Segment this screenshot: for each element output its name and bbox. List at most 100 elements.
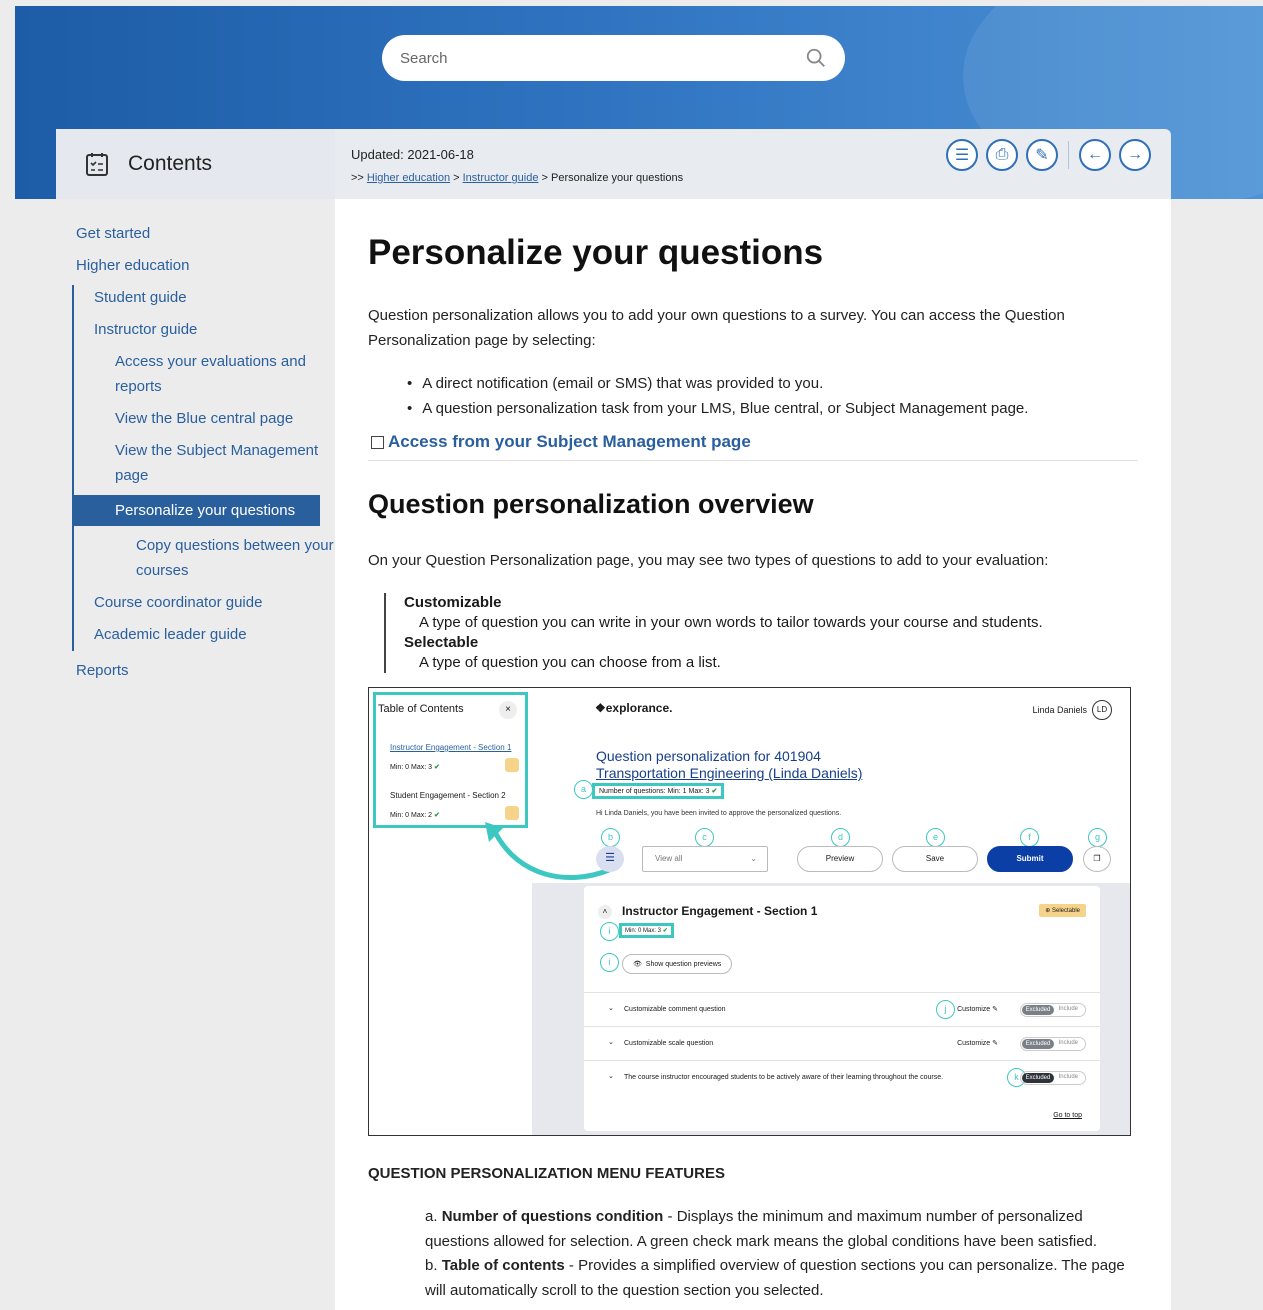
nav-higher-education[interactable]: Higher education [56,253,335,278]
shot-title-line2: Transportation Engineering (Linda Daniel… [596,765,863,781]
invite-text: Hi Linda Daniels, you have been invited … [596,810,842,817]
nav-reports[interactable]: Reports [56,658,335,683]
breadcrumb-separator: > [450,172,463,184]
toc-toggle-button[interactable]: ☰ [596,846,624,872]
nav-course-coordinator[interactable]: Course coordinator guide [74,590,335,615]
pencil-icon: ✎ [1035,147,1049,164]
bullet-item: A direct notification (email or SMS) tha… [407,371,1028,396]
section-minmax: Min: 0 Max: 3 ✔ [619,923,674,938]
feature-term: Table of contents [441,1257,565,1274]
customize-link[interactable]: Customize ✎ [957,1039,998,1047]
nav-get-started[interactable]: Get started [56,221,335,246]
include-toggle[interactable]: Excluded Include [1020,1003,1086,1017]
callout-j: j [936,1000,955,1019]
sidebar-header: Contents [56,129,335,199]
nav-student-guide[interactable]: Student guide [74,285,335,310]
close-icon: × [499,701,517,719]
submit-button[interactable]: Submit [987,846,1073,872]
question-label: The course instructor encouraged student… [624,1074,944,1081]
preview-button[interactable]: Preview [797,846,883,872]
customize-label: Customize [957,1006,991,1013]
check-icon: ✔ [433,764,440,771]
toc-entry: Student Engagement - Section 2 [390,791,506,800]
question-label: Customizable comment question [624,1006,726,1013]
features-list: a. Number of questions condition - Displ… [425,1205,1145,1303]
selectable-icon [505,758,519,772]
nav-nested-group: Student guide Instructor guide Access yo… [72,285,335,651]
main-content: Personalize your questions Question pers… [335,199,1171,1310]
arrow-right-icon: → [1127,146,1143,163]
copy-icon: ❐ [1093,854,1101,863]
toggle-excluded: Excluded [1022,1005,1054,1015]
question-row[interactable]: ⌄ Customizable comment question j Custom… [584,992,1100,1026]
customize-link[interactable]: Customize ✎ [957,1005,998,1013]
bullet-item: A question personalization task from you… [407,396,1028,421]
question-label: Customizable scale question [624,1040,714,1047]
breadcrumb-higher-education[interactable]: Higher education [367,172,450,184]
nav-instructor-guide[interactable]: Instructor guide [74,317,335,342]
toggle-include: Include [1058,1074,1078,1080]
include-toggle[interactable]: Excluded Include [1020,1037,1086,1051]
nav-personalize-questions[interactable]: Personalize your questions [74,495,320,526]
overview-paragraph: On your Question Personalization page, y… [368,552,1049,569]
breadcrumb-prefix: >> [351,172,367,184]
search-icon[interactable] [805,47,827,69]
number-of-questions: Number of questions: Min: 1 Max: 3 ✔ [592,783,725,799]
page: Search Contents Get started Higher educa… [0,0,1263,1310]
chevron-down-icon: ⌄ [750,854,757,863]
sidebar-title: Contents [128,152,213,175]
toggle-excluded: Excluded [1022,1039,1054,1049]
section-minmax-text: Min: 0 Max: 3 [625,928,662,934]
feature-item: a. Number of questions condition - Displ… [425,1205,1145,1254]
nav-academic-leader[interactable]: Academic leader guide [74,622,335,651]
nq-text: Number of questions: Min: 1 Max: 3 [599,788,710,795]
view-all-select[interactable]: View all ⌄ [642,846,768,872]
show-previews-button[interactable]: 👁 Show question previews [622,954,733,974]
toolbar-buttons: ☰ ⎙ ✎ ← → [946,139,1151,171]
customize-label: Customize [957,1040,991,1047]
copy-button[interactable]: ❐ [1083,846,1111,872]
eye-icon: 👁 [633,961,642,968]
checklist-icon [86,153,108,176]
nav-copy-questions[interactable]: Copy questions between your courses [74,533,334,583]
callout-i: i [600,922,619,941]
print-button[interactable]: ⎙ [986,139,1018,171]
question-row[interactable]: ⌄ The course instructor encouraged stude… [584,1060,1100,1094]
edit-icon: ✎ [992,1040,998,1047]
save-button[interactable]: Save [892,846,978,872]
callout-c: c [695,828,714,847]
toggle-excluded: Excluded [1022,1073,1054,1083]
search-input[interactable]: Search [400,50,805,67]
breadcrumb-current: > Personalize your questions [538,172,684,184]
nav-blue-central[interactable]: View the Blue central page [74,406,334,431]
feedback-button[interactable]: ✎ [1026,139,1058,171]
previous-button[interactable]: ← [1079,139,1111,171]
check-icon: ✔ [662,928,668,934]
toc-minmax: Min: 0 Max: 2 ✔ [390,811,440,819]
page-title: Personalize your questions [368,233,824,272]
section-title: Instructor Engagement - Section 1 [622,904,818,918]
feature-key: a. [425,1208,442,1225]
shot-title-line1: Question personalization for 401904 [596,748,821,764]
chevron-down-icon: ⌄ [608,1005,614,1012]
expander-subject-management[interactable]: Access from your Subject Management page [371,432,751,452]
breadcrumb-instructor-guide[interactable]: Instructor guide [463,172,539,184]
nav-subject-management[interactable]: View the Subject Management page [74,438,334,488]
go-to-top-link[interactable]: Go to top [1053,1112,1082,1119]
toc-minmax-text: Min: 0 Max: 2 [390,812,433,819]
section-heading: Question personalization overview [368,489,814,519]
toc-panel: Table of Contents × Instructor Engagemen… [373,692,528,828]
question-types: Customizable A type of question you can … [384,593,1043,673]
expand-all-button[interactable]: ☰ [946,139,978,171]
chevron-up-icon[interactable]: ˄ [598,905,612,919]
toc-minmax-text: Min: 0 Max: 3 [390,764,433,771]
nav-access-evaluations[interactable]: Access your evaluations and reports [74,349,334,399]
show-previews-label: Show question previews [645,961,722,968]
search-bar[interactable]: Search [382,35,845,81]
toggle-include: Include [1058,1006,1078,1012]
view-all-value: View all [655,854,683,863]
divider [368,460,1138,461]
next-button[interactable]: → [1119,139,1151,171]
question-row[interactable]: ⌄ Customizable scale question Customize … [584,1026,1100,1060]
include-toggle[interactable]: Excluded Include [1020,1071,1086,1085]
